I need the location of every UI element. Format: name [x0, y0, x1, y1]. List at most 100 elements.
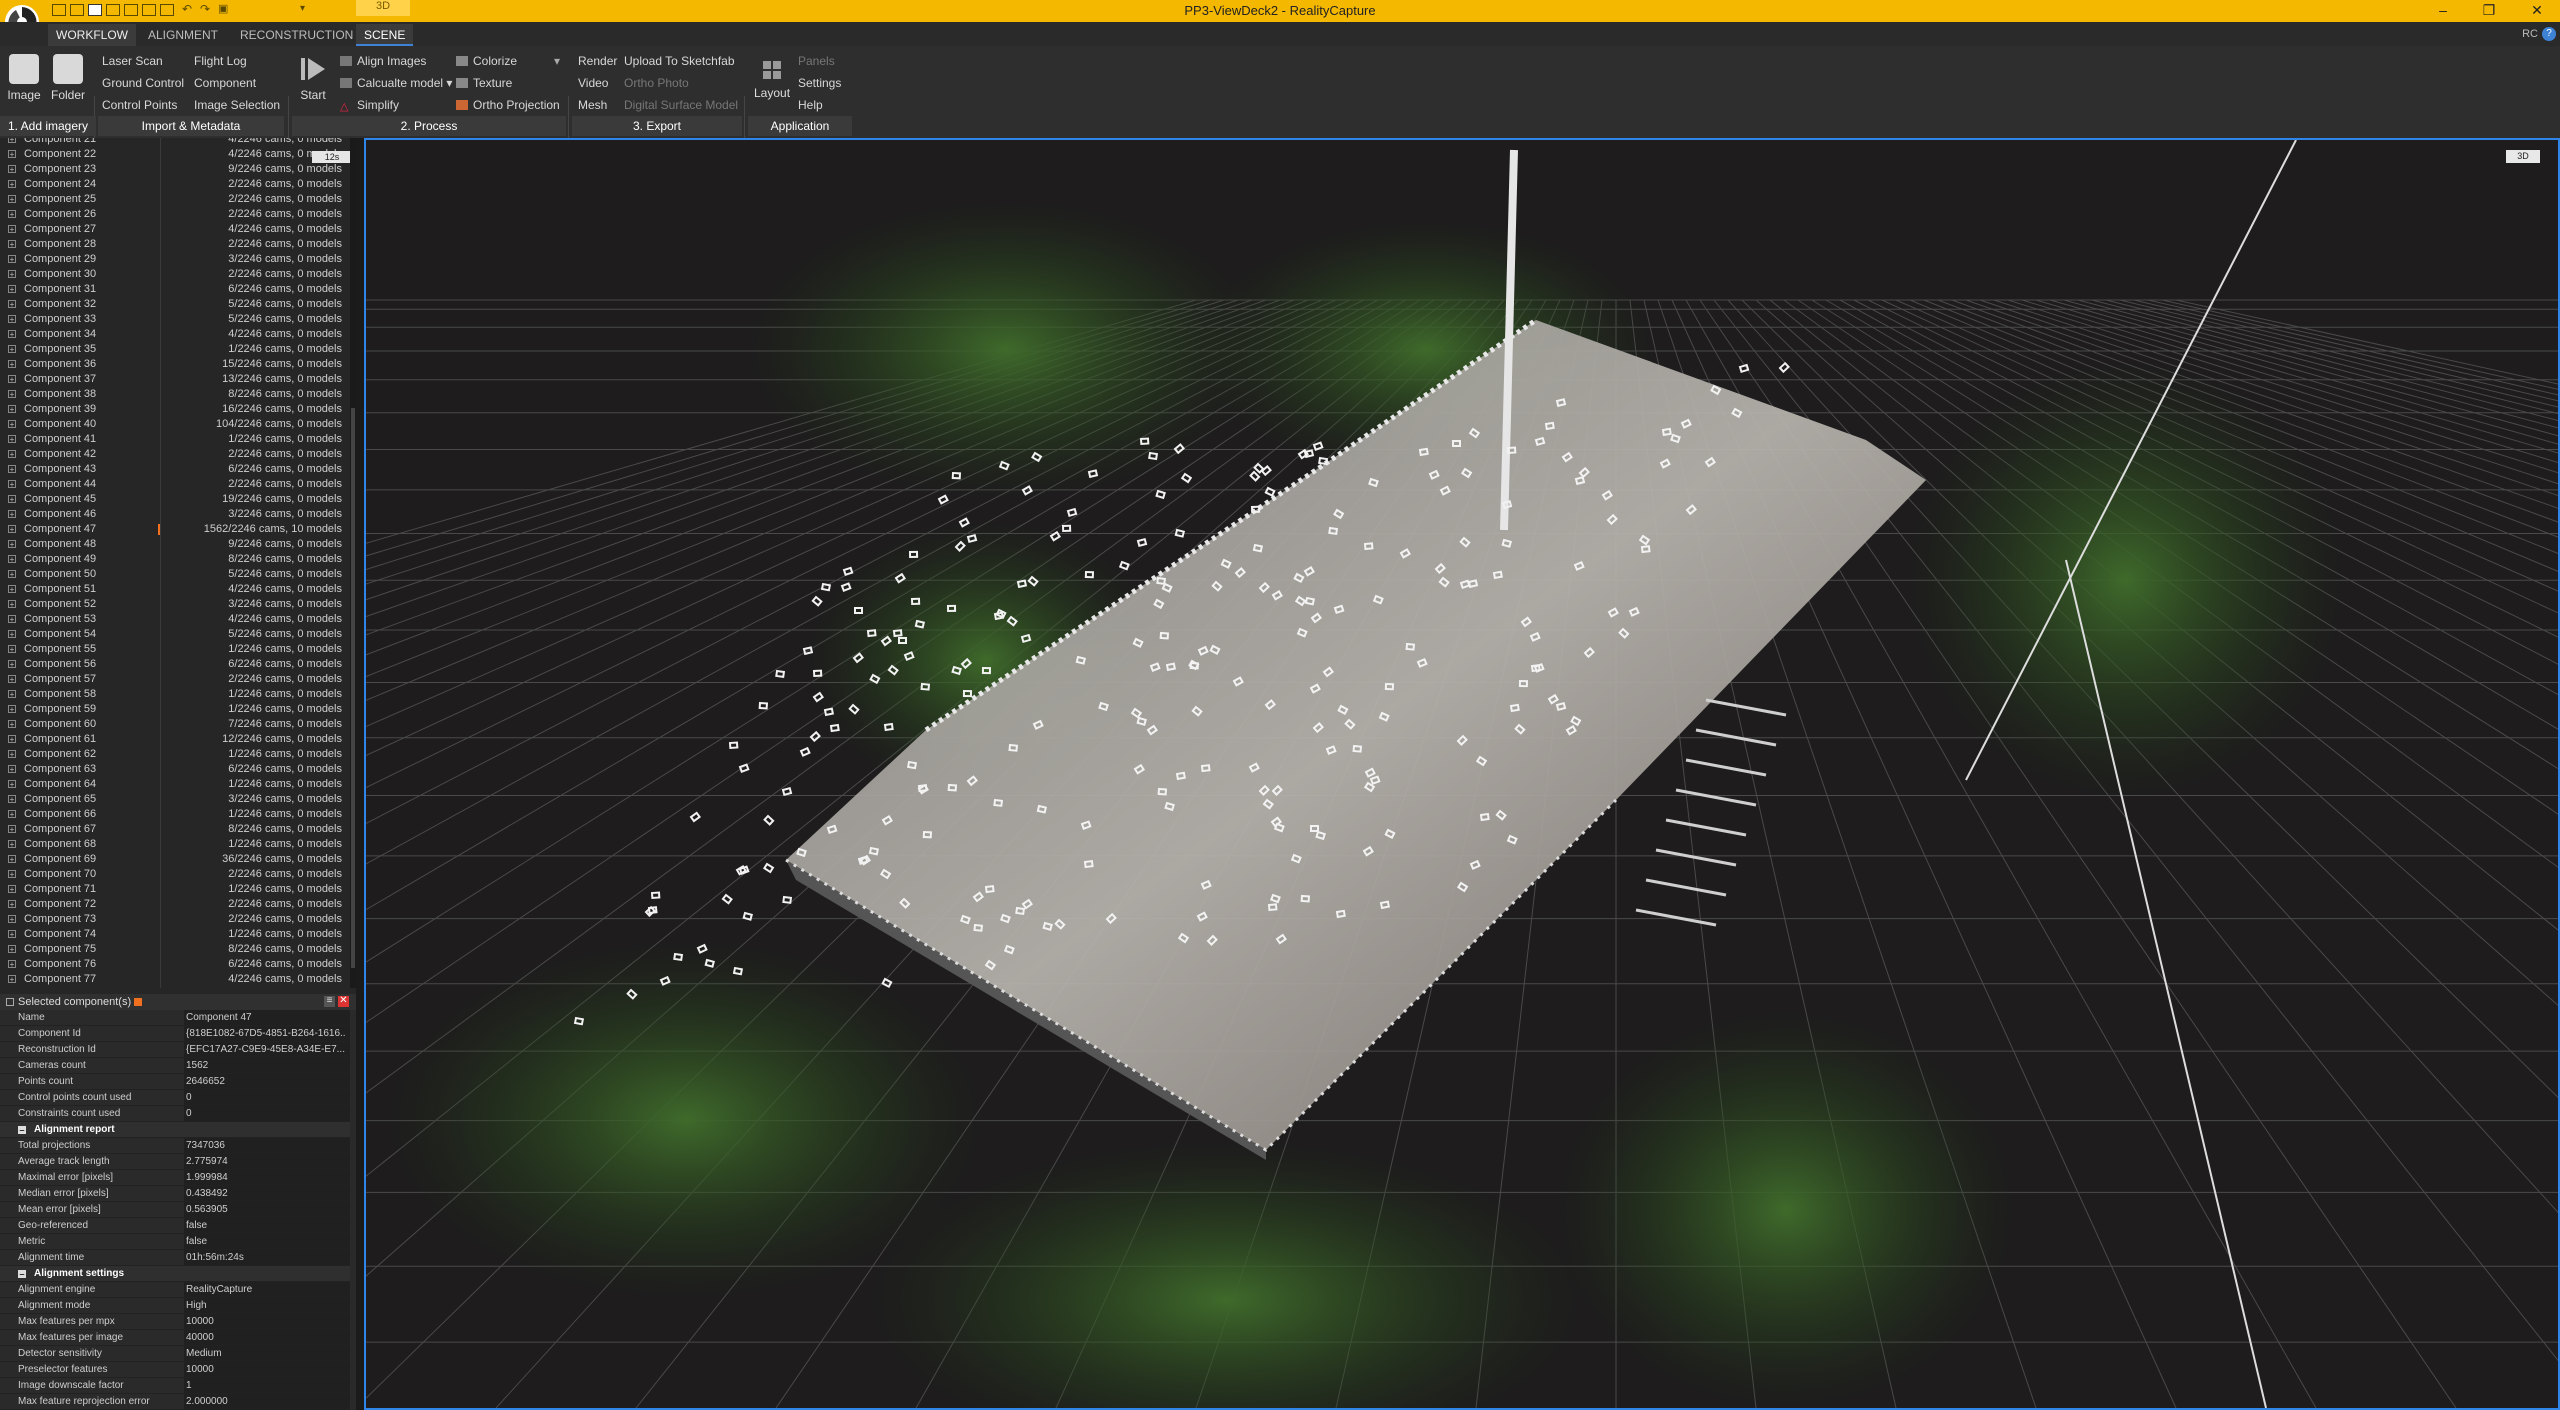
- component-row[interactable]: + Component 57 2/2246 cams, 0 models: [0, 672, 350, 687]
- expand-icon[interactable]: +: [8, 420, 16, 429]
- property-row[interactable]: Constraints count used 0: [0, 1106, 350, 1122]
- property-row[interactable]: Reconstruction Id {EFC17A27-C9E9-45E8-A34…: [0, 1042, 350, 1058]
- expand-icon[interactable]: +: [8, 660, 16, 669]
- expand-icon[interactable]: +: [8, 675, 16, 684]
- control-points-button[interactable]: Control Points: [102, 98, 177, 112]
- component-row[interactable]: + Component 77 4/2246 cams, 0 models: [0, 972, 350, 987]
- component-row[interactable]: + Component 50 5/2246 cams, 0 models: [0, 567, 350, 582]
- component-row[interactable]: + Component 41 1/2246 cams, 0 models: [0, 432, 350, 447]
- component-row[interactable]: + Component 74 1/2246 cams, 0 models: [0, 927, 350, 942]
- component-row[interactable]: + Component 61 12/2246 cams, 0 models: [0, 732, 350, 747]
- simplify-button[interactable]: △ Simplify: [340, 98, 399, 113]
- component-row[interactable]: + Component 36 15/2246 cams, 0 models: [0, 357, 350, 372]
- component-row[interactable]: + Component 75 8/2246 cams, 0 models: [0, 942, 350, 957]
- property-section[interactable]: – Alignment settings: [0, 1266, 350, 1282]
- property-row[interactable]: Alignment engine RealityCapture: [0, 1282, 350, 1298]
- component-row[interactable]: + Component 43 6/2246 cams, 0 models: [0, 462, 350, 477]
- expand-icon[interactable]: +: [8, 750, 16, 759]
- expand-icon[interactable]: +: [8, 855, 16, 864]
- expand-icon[interactable]: +: [8, 720, 16, 729]
- align-images-button[interactable]: Align Images: [340, 54, 426, 68]
- component-row[interactable]: + Component 47 1562/2246 cams, 10 models: [0, 522, 350, 537]
- expand-icon[interactable]: +: [8, 165, 16, 174]
- expand-icon[interactable]: +: [8, 795, 16, 804]
- expand-icon[interactable]: +: [8, 405, 16, 414]
- expand-icon[interactable]: +: [8, 510, 16, 519]
- expand-icon[interactable]: +: [8, 810, 16, 819]
- expand-icon[interactable]: +: [8, 975, 16, 984]
- component-row[interactable]: + Component 26 2/2246 cams, 0 models: [0, 207, 350, 222]
- expand-icon[interactable]: +: [8, 555, 16, 564]
- component-row[interactable]: + Component 24 2/2246 cams, 0 models: [0, 177, 350, 192]
- minimize-button[interactable]: –: [2428, 2, 2458, 18]
- settings-button[interactable]: Settings: [798, 76, 841, 90]
- flight-log-button[interactable]: Flight Log: [194, 54, 247, 68]
- component-row[interactable]: + Component 52 3/2246 cams, 0 models: [0, 597, 350, 612]
- component-row[interactable]: + Component 39 16/2246 cams, 0 models: [0, 402, 350, 417]
- expand-icon[interactable]: +: [8, 390, 16, 399]
- component-row[interactable]: + Component 31 6/2246 cams, 0 models: [0, 282, 350, 297]
- panels-button[interactable]: Panels: [798, 54, 835, 68]
- folder-button[interactable]: Folder: [48, 54, 88, 102]
- property-row[interactable]: Alignment mode High: [0, 1298, 350, 1314]
- property-row[interactable]: Max features per mpx 10000: [0, 1314, 350, 1330]
- component-row[interactable]: + Component 23 9/2246 cams, 0 models: [0, 162, 350, 177]
- colorize-dropdown[interactable]: ▾: [554, 54, 560, 68]
- expand-icon[interactable]: +: [8, 600, 16, 609]
- property-row[interactable]: Max features per image 40000: [0, 1330, 350, 1346]
- expand-icon[interactable]: +: [8, 210, 16, 219]
- component-row[interactable]: + Component 71 1/2246 cams, 0 models: [0, 882, 350, 897]
- calculate-model-button[interactable]: Calcualte model ▾: [340, 76, 452, 90]
- component-row[interactable]: + Component 34 4/2246 cams, 0 models: [0, 327, 350, 342]
- component-row[interactable]: + Component 49 8/2246 cams, 0 models: [0, 552, 350, 567]
- expand-icon[interactable]: +: [8, 780, 16, 789]
- expand-icon[interactable]: +: [8, 435, 16, 444]
- property-row[interactable]: Maximal error [pixels] 1.999984: [0, 1170, 350, 1186]
- component-row[interactable]: + Component 40 104/2246 cams, 0 models: [0, 417, 350, 432]
- tab-scene[interactable]: SCENE: [356, 24, 414, 46]
- expand-icon[interactable]: +: [8, 285, 16, 294]
- component-row[interactable]: + Component 76 6/2246 cams, 0 models: [0, 957, 350, 972]
- property-row[interactable]: Mean error [pixels] 0.563905: [0, 1202, 350, 1218]
- component-row[interactable]: + Component 42 2/2246 cams, 0 models: [0, 447, 350, 462]
- component-row[interactable]: + Component 44 2/2246 cams, 0 models: [0, 477, 350, 492]
- component-row[interactable]: + Component 33 5/2246 cams, 0 models: [0, 312, 350, 327]
- component-row[interactable]: + Component 27 4/2246 cams, 0 models: [0, 222, 350, 237]
- expand-icon[interactable]: +: [8, 870, 16, 879]
- scrollbar-thumb[interactable]: [351, 408, 355, 968]
- component-row[interactable]: + Component 35 1/2246 cams, 0 models: [0, 342, 350, 357]
- component-row[interactable]: + Component 63 6/2246 cams, 0 models: [0, 762, 350, 777]
- expand-icon[interactable]: +: [8, 495, 16, 504]
- expand-icon[interactable]: +: [8, 138, 16, 144]
- component-row[interactable]: + Component 62 1/2246 cams, 0 models: [0, 747, 350, 762]
- property-row[interactable]: Cameras count 1562: [0, 1058, 350, 1074]
- component-button[interactable]: Component: [194, 76, 256, 90]
- panel-close-icon[interactable]: ✕: [338, 996, 349, 1007]
- component-row[interactable]: + Component 69 36/2246 cams, 0 models: [0, 852, 350, 867]
- component-row[interactable]: + Component 38 8/2246 cams, 0 models: [0, 387, 350, 402]
- 3d-viewport[interactable]: 3D: [364, 138, 2560, 1410]
- expand-icon[interactable]: +: [8, 450, 16, 459]
- expand-icon[interactable]: +: [8, 930, 16, 939]
- expand-icon[interactable]: +: [8, 345, 16, 354]
- component-row[interactable]: + Component 28 2/2246 cams, 0 models: [0, 237, 350, 252]
- component-row[interactable]: + Component 54 5/2246 cams, 0 models: [0, 627, 350, 642]
- collapse-section-icon[interactable]: –: [18, 1126, 26, 1135]
- render-button[interactable]: Render: [578, 54, 617, 68]
- component-row[interactable]: + Component 56 6/2246 cams, 0 models: [0, 657, 350, 672]
- dsm-button[interactable]: Digital Surface Model: [624, 98, 738, 112]
- component-row[interactable]: + Component 66 1/2246 cams, 0 models: [0, 807, 350, 822]
- component-row[interactable]: + Component 25 2/2246 cams, 0 models: [0, 192, 350, 207]
- property-row[interactable]: Alignment time 01h:56m:24s: [0, 1250, 350, 1266]
- component-row[interactable]: + Component 70 2/2246 cams, 0 models: [0, 867, 350, 882]
- component-row[interactable]: + Component 55 1/2246 cams, 0 models: [0, 642, 350, 657]
- component-row[interactable]: + Component 37 13/2246 cams, 0 models: [0, 372, 350, 387]
- component-row[interactable]: + Component 64 1/2246 cams, 0 models: [0, 777, 350, 792]
- component-row[interactable]: + Component 59 1/2246 cams, 0 models: [0, 702, 350, 717]
- expand-icon[interactable]: +: [8, 255, 16, 264]
- property-row[interactable]: Average track length 2.775974: [0, 1154, 350, 1170]
- component-row[interactable]: + Component 46 3/2246 cams, 0 models: [0, 507, 350, 522]
- expand-icon[interactable]: +: [8, 570, 16, 579]
- tab-reconstruction[interactable]: RECONSTRUCTION: [232, 24, 361, 46]
- layout-button[interactable]: Layout: [754, 60, 790, 100]
